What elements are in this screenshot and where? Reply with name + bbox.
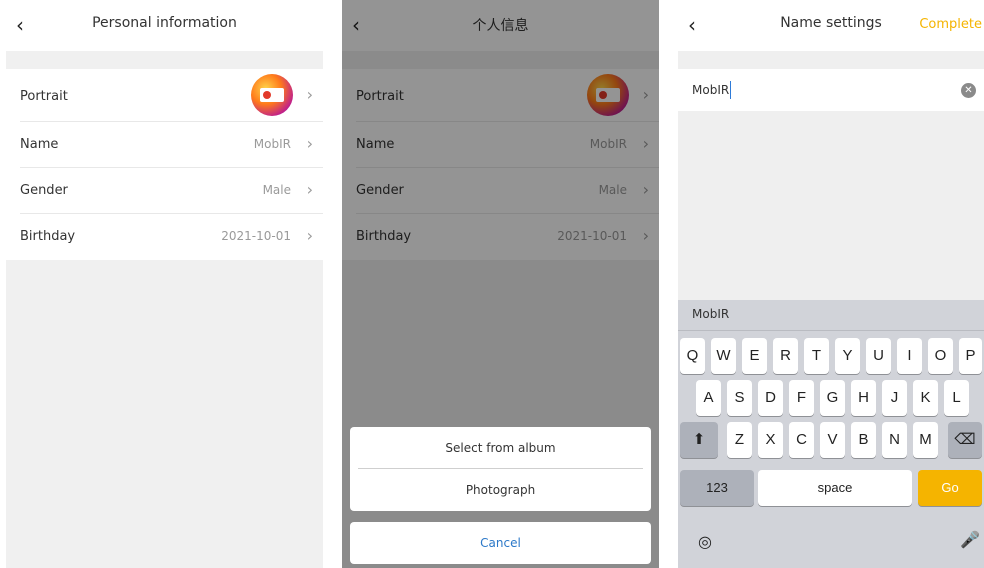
profile-list: Portrait › Name MobIR › Gender Male › Bi…: [6, 69, 323, 260]
shift-key[interactable]: ⬆: [680, 422, 718, 458]
row-birthday[interactable]: Birthday 2021-10-01 ›: [20, 214, 323, 260]
photograph-button[interactable]: Photograph: [350, 469, 651, 511]
key-n[interactable]: N: [882, 422, 907, 458]
row-label: Portrait: [20, 89, 68, 104]
row-portrait[interactable]: Portrait ›: [20, 69, 323, 122]
key-u[interactable]: U: [866, 338, 891, 374]
key-e[interactable]: E: [742, 338, 767, 374]
row-label: Birthday: [20, 229, 76, 244]
action-sheet: Select from album Photograph: [350, 427, 651, 511]
key-v[interactable]: V: [820, 422, 845, 458]
key-x[interactable]: X: [758, 422, 783, 458]
row-label: Gender: [20, 183, 68, 198]
row-gender[interactable]: Gender Male ›: [20, 168, 323, 214]
key-d[interactable]: D: [758, 380, 783, 416]
select-from-album-button[interactable]: Select from album: [350, 427, 651, 469]
avatar: [251, 74, 293, 116]
backspace-key[interactable]: ⌫: [948, 422, 982, 458]
keyboard: MobIR Q W E R T Y U I O P A S D F G H J …: [678, 300, 984, 568]
divider: [678, 330, 984, 331]
text-cursor: [730, 81, 731, 99]
row-name[interactable]: Name MobIR ›: [20, 122, 323, 168]
chevron-right-icon: ›: [306, 85, 313, 104]
chevron-right-icon: ›: [306, 180, 313, 199]
key-h[interactable]: H: [851, 380, 876, 416]
key-t[interactable]: T: [804, 338, 829, 374]
key-m[interactable]: M: [913, 422, 938, 458]
backspace-icon: ⌫: [954, 431, 976, 448]
go-key[interactable]: Go: [918, 470, 982, 506]
key-c[interactable]: C: [789, 422, 814, 458]
key-p[interactable]: P: [959, 338, 982, 374]
chevron-right-icon: ›: [306, 134, 313, 153]
key-f[interactable]: F: [789, 380, 814, 416]
portrait-action-screen: ‹ 个人信息 Portrait › Name MobIR › Gender Ma…: [342, 0, 659, 568]
key-j[interactable]: J: [882, 380, 907, 416]
key-q[interactable]: Q: [680, 338, 705, 374]
chevron-right-icon: ›: [306, 226, 313, 245]
nav-bar: ‹ Personal information: [6, 0, 323, 51]
key-i[interactable]: I: [897, 338, 922, 374]
key-y[interactable]: Y: [835, 338, 860, 374]
name-settings-screen: ‹ Name settings Complete ✕ MobIR Q W E R…: [678, 0, 984, 568]
cancel-button[interactable]: Cancel: [350, 522, 651, 564]
key-r[interactable]: R: [773, 338, 798, 374]
key-a[interactable]: A: [696, 380, 721, 416]
row-value: Male: [262, 183, 291, 197]
row-value: 2021-10-01: [221, 229, 291, 243]
key-b[interactable]: B: [851, 422, 876, 458]
key-k[interactable]: K: [913, 380, 938, 416]
key-g[interactable]: G: [820, 380, 845, 416]
suggestion-word[interactable]: MobIR: [692, 307, 729, 321]
clear-icon[interactable]: ✕: [961, 83, 976, 98]
key-s[interactable]: S: [727, 380, 752, 416]
key-z[interactable]: Z: [727, 422, 752, 458]
complete-button[interactable]: Complete: [919, 17, 982, 32]
space-key[interactable]: space: [758, 470, 912, 506]
key-l[interactable]: L: [944, 380, 969, 416]
nav-bar: ‹ Name settings Complete: [678, 0, 984, 51]
shift-icon: ⬆: [692, 431, 706, 448]
row-label: Name: [20, 137, 59, 152]
personal-info-screen: ‹ Personal information Portrait › Name M…: [6, 0, 323, 568]
microphone-icon[interactable]: 🎤: [960, 530, 980, 549]
numbers-key[interactable]: 123: [680, 470, 754, 506]
key-w[interactable]: W: [711, 338, 736, 374]
key-o[interactable]: O: [928, 338, 953, 374]
page-title: Personal information: [92, 15, 237, 31]
globe-icon[interactable]: ◎: [698, 532, 712, 551]
row-value: MobIR: [253, 137, 291, 151]
name-field: ✕: [678, 69, 984, 111]
